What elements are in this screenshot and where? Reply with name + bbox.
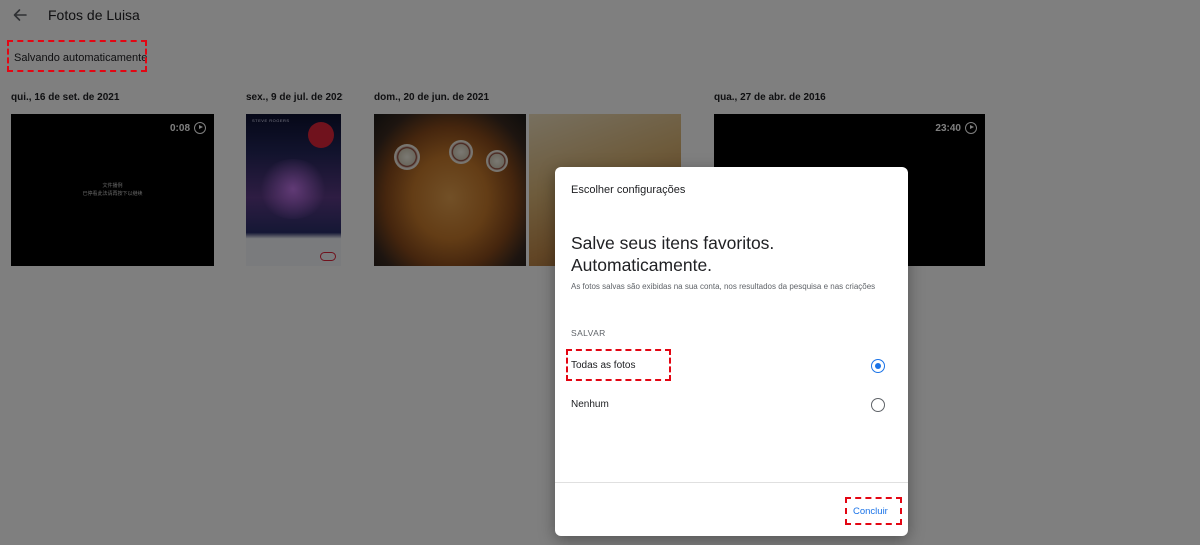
annotation-highlight xyxy=(845,497,902,525)
dialog-divider xyxy=(555,482,908,483)
dialog-heading-line: Automaticamente. xyxy=(571,255,713,275)
dialog-title: Escolher configurações xyxy=(571,184,686,196)
option-none-radio[interactable] xyxy=(871,398,885,412)
section-label: SALVAR xyxy=(571,328,606,338)
dialog-heading-line: Salve seus itens favoritos. xyxy=(571,233,775,253)
option-all-photos-radio[interactable] xyxy=(871,359,885,373)
dialog-heading: Salve seus itens favoritos. Automaticame… xyxy=(571,232,891,276)
dialog-description: As fotos salvas são exibidas na sua cont… xyxy=(571,282,876,291)
annotation-highlight xyxy=(566,349,671,381)
option-none-label[interactable]: Nenhum xyxy=(571,399,609,410)
annotation-highlight xyxy=(7,40,147,72)
